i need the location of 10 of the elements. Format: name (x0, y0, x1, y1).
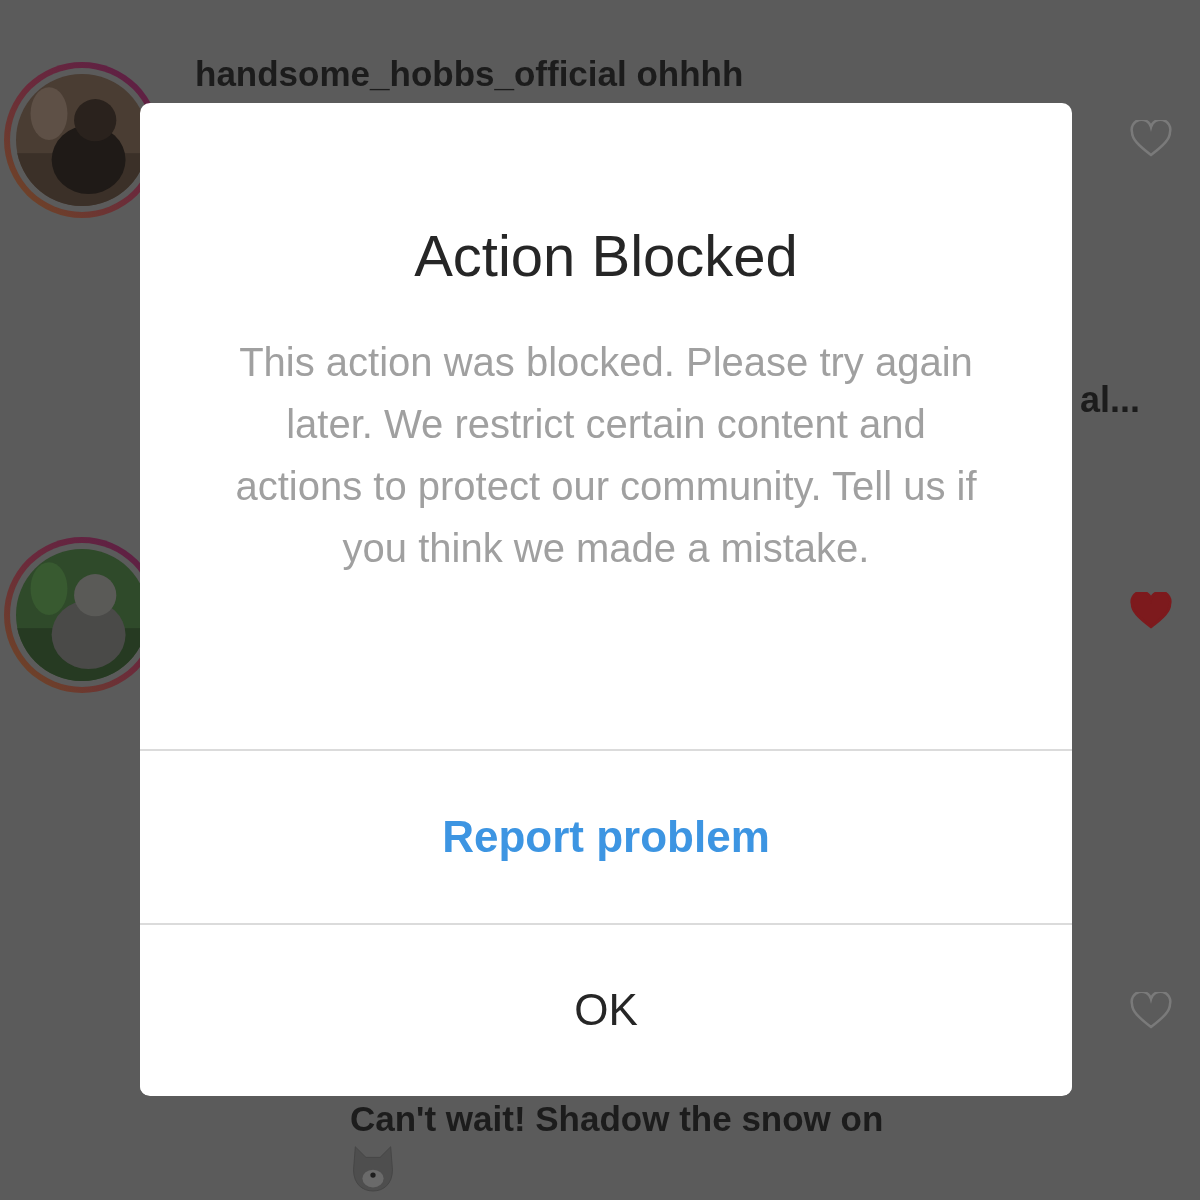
heart-icon[interactable] (1130, 120, 1172, 158)
heart-icon[interactable] (1130, 592, 1172, 630)
dog-emoji-icon (350, 1143, 396, 1193)
dialog-title: Action Blocked (414, 222, 798, 290)
dialog-message: This action was blocked. Please try again later. We restrict certain content and actions to protect our community. Tell us if you think we made a mistake. (234, 339, 978, 572)
ok-button[interactable]: OK (140, 923, 1072, 1095)
comment-text: Can't wait! Shadow the snow on (350, 1099, 885, 1139)
comment-text: al... (1079, 378, 1140, 422)
comment-text: handsome_hobbs_official ohhhh (195, 54, 745, 94)
heart-icon[interactable] (1130, 992, 1172, 1030)
